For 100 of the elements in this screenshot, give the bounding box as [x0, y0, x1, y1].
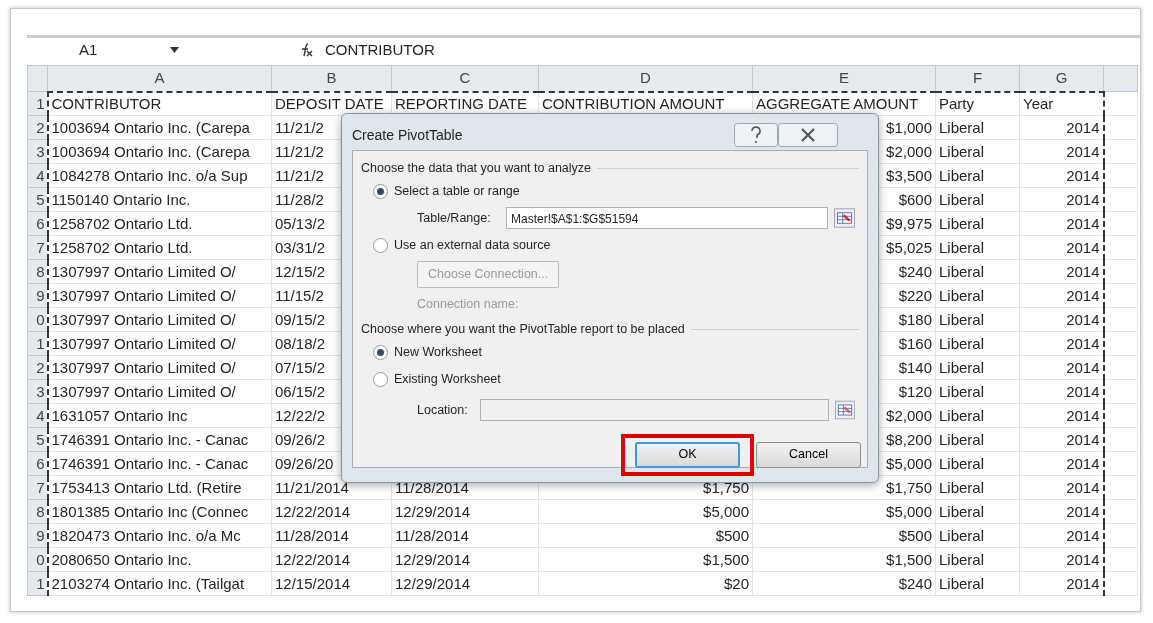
radio-button[interactable]: [373, 344, 388, 360]
table-cell: Liberal: [939, 214, 985, 232]
table-cell: $1,500: [703, 550, 749, 568]
table-cell: $220: [898, 286, 932, 304]
field-label: Table/Range:: [417, 209, 492, 227]
table-cell: 11/28/2014: [395, 478, 469, 496]
table-cell: 11/28/2014: [395, 526, 469, 544]
table-cell: 2014: [1066, 430, 1100, 448]
radio-button[interactable]: [373, 371, 388, 387]
table-cell: 2014: [1066, 406, 1100, 424]
table-cell: 2014: [1066, 118, 1100, 136]
table-cell: 2014: [1066, 142, 1100, 160]
radio-button[interactable]: [373, 183, 388, 199]
table-cell: 2014: [1066, 550, 1100, 568]
table-cell: 2014: [1066, 334, 1100, 352]
range-selector-icon[interactable]: [834, 399, 855, 421]
column-header[interactable]: A: [47, 65, 272, 92]
column-header[interactable]: F: [935, 65, 1020, 92]
dialog-title: Create PivotTable: [352, 125, 463, 145]
table-cell: 2014: [1066, 238, 1100, 256]
radio-label[interactable]: Select a table or range: [394, 181, 520, 201]
table-cell: 1084278 Ontario Inc. o/a Sup: [51, 166, 248, 184]
table-cell: 09/26/2: [275, 430, 326, 448]
table-cell: $5,025: [886, 238, 932, 256]
table-cell: 1258702 Ontario Ltd.: [51, 214, 193, 232]
table-cell: 11/21/2: [275, 142, 324, 160]
table-cell: 1753413 Ontario Ltd. (Retire: [51, 478, 242, 496]
dialog-button[interactable]: Cancel: [756, 441, 861, 468]
table-cell: 1801385 Ontario Inc (Connec: [51, 502, 249, 520]
table-cell: 1003694 Ontario Inc. (Carepa: [51, 118, 250, 136]
connection-name-label: Connection name:: [417, 295, 519, 313]
column-title: REPORTING DATE: [395, 94, 527, 112]
table-cell: Liberal: [939, 478, 985, 496]
table-cell: Liberal: [939, 382, 985, 400]
table-cell: 2014: [1066, 190, 1100, 208]
table-cell: 1003694 Ontario Inc. (Carepa: [51, 142, 250, 160]
dropdown-caret-icon[interactable]: [170, 47, 179, 53]
column-title: DEPOSIT DATE: [275, 94, 384, 112]
table-cell: 11/21/2014: [275, 478, 349, 496]
table-cell: 1307997 Ontario Limited O/: [51, 262, 236, 280]
table-cell: $180: [898, 310, 932, 328]
table-cell: 12/22/2: [275, 406, 326, 424]
table-cell: $1,750: [703, 478, 749, 496]
table-cell: 2014: [1066, 502, 1100, 520]
name-box[interactable]: A1: [79, 38, 98, 62]
table-cell: 09/15/2: [275, 310, 326, 328]
table-cell: $120: [898, 382, 932, 400]
column-title: AGGREGATE AMOUNT: [756, 94, 919, 112]
dialog-button[interactable]: OK: [635, 441, 740, 468]
table-cell: $1,000: [886, 118, 932, 136]
table-cell: 2014: [1066, 478, 1100, 496]
table-cell: $1,500: [886, 550, 932, 568]
table-cell: Liberal: [939, 190, 985, 208]
table-cell: $5,000: [886, 502, 932, 520]
table-cell: 07/15/2: [275, 358, 326, 376]
input-field[interactable]: Master!$A$1:$G$51594: [506, 207, 829, 230]
table-cell: Liberal: [939, 574, 985, 592]
table-cell: $2,000: [886, 406, 932, 424]
table-cell: Liberal: [939, 262, 985, 280]
table-cell: 11/15/2: [275, 286, 324, 304]
table-cell: Liberal: [939, 334, 985, 352]
table-cell: 2014: [1066, 166, 1100, 184]
table-cell: 1746391 Ontario Inc. - Canac: [51, 454, 249, 472]
help-icon[interactable]: [734, 123, 778, 147]
function-icon[interactable]: [299, 42, 315, 58]
column-header[interactable]: D: [538, 65, 753, 92]
radio-button[interactable]: [373, 237, 388, 253]
table-cell: 12/29/2014: [395, 550, 471, 568]
table-cell: 11/28/2014: [275, 526, 349, 544]
table-cell: 1307997 Ontario Limited O/: [51, 286, 236, 304]
table-cell: 2014: [1066, 526, 1100, 544]
column-header[interactable]: C: [391, 65, 539, 92]
table-cell: 2014: [1066, 262, 1100, 280]
column-header[interactable]: G: [1019, 65, 1104, 92]
column-header[interactable]: B: [271, 65, 392, 92]
radio-label[interactable]: Existing Worksheet: [394, 369, 501, 389]
table-cell: Liberal: [939, 358, 985, 376]
table-cell: 1631057 Ontario Inc: [51, 406, 188, 424]
radio-label[interactable]: Use an external data source: [394, 235, 551, 255]
table-cell: $240: [898, 262, 932, 280]
table-cell: Liberal: [939, 430, 985, 448]
table-cell: 2014: [1066, 574, 1100, 592]
table-cell: 03/31/2: [275, 238, 326, 256]
section-heading: Choose where you want the PivotTable report to be placed: [361, 320, 685, 338]
table-cell: $2,000: [886, 142, 932, 160]
table-cell: 1307997 Ontario Limited O/: [51, 310, 236, 328]
table-cell: 2080650 Ontario Inc.: [51, 550, 192, 568]
table-cell: 12/29/2014: [395, 502, 471, 520]
table-cell: 12/29/2014: [395, 574, 471, 592]
radio-label[interactable]: New Worksheet: [394, 342, 482, 362]
table-cell: 1307997 Ontario Limited O/: [51, 334, 236, 352]
range-selector-icon[interactable]: [834, 207, 855, 230]
formula-text[interactable]: CONTRIBUTOR: [325, 38, 435, 62]
table-cell: Liberal: [939, 238, 985, 256]
column-header[interactable]: E: [752, 65, 936, 92]
close-icon[interactable]: [778, 123, 838, 147]
table-cell: Liberal: [939, 406, 985, 424]
table-cell: $8,200: [886, 430, 932, 448]
table-cell: 1746391 Ontario Inc. - Canac: [51, 430, 249, 448]
table-cell: 2014: [1066, 454, 1100, 472]
